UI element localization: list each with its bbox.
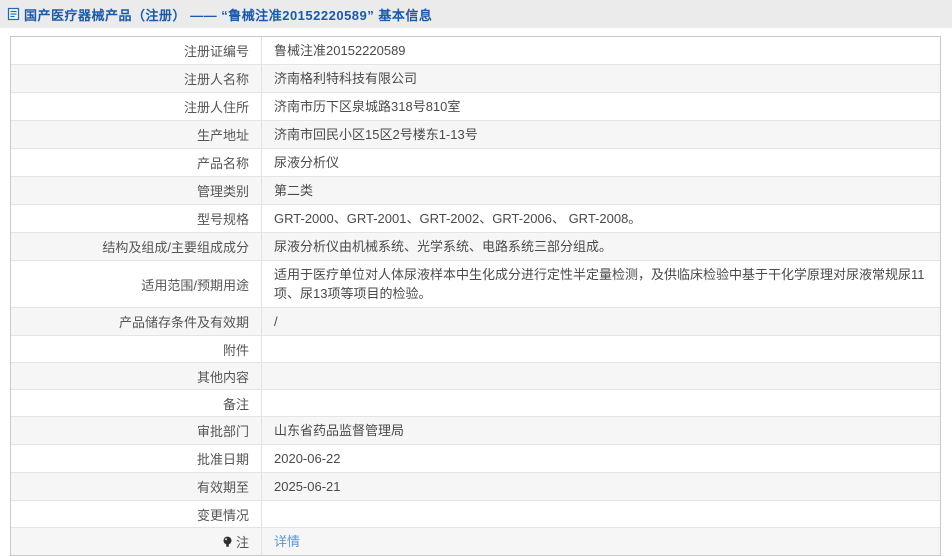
row-label: 结构及组成/主要组成成分 xyxy=(11,233,262,260)
table-row-registrant-name: 注册人名称 济南格利特科技有限公司 xyxy=(11,64,940,92)
row-value xyxy=(262,363,940,389)
row-value: 第二类 xyxy=(274,183,314,198)
row-value xyxy=(262,336,940,362)
table-row-note: 注 详情 xyxy=(11,527,940,555)
table-row-attachments: 附件 xyxy=(11,335,940,362)
note-bulb-icon xyxy=(222,536,233,549)
table-row-registration-number: 注册证编号 鲁械注准20152220589 xyxy=(11,37,940,64)
row-value: 尿液分析仪 xyxy=(274,155,340,170)
table-row-approval-date: 批准日期 2020-06-22 xyxy=(11,444,940,472)
row-label: 备注 xyxy=(11,390,262,416)
row-value: 尿液分析仪由机械系统、光学系统、电路系统三部分组成。 xyxy=(274,239,613,254)
row-label: 注 xyxy=(11,528,262,555)
page-title: 国产医疗器械产品（注册） —— “鲁械注准20152220589” 基本信息 xyxy=(24,7,433,23)
row-value-text: 适用于医疗单位对人体尿液样本中生化成分进行定性半定量检测，及供临床检验中基于干化… xyxy=(274,267,925,301)
table-row-valid-until: 有效期至 2025-06-21 xyxy=(11,472,940,500)
table-row-other-content: 其他内容 xyxy=(11,362,940,389)
table-row-approval-department: 审批部门 山东省药品监督管理局 xyxy=(11,416,940,444)
row-label: 生产地址 xyxy=(11,121,262,148)
details-link[interactable]: 详情 xyxy=(274,532,300,551)
table-row-registrant-address: 注册人住所 济南市历下区泉城路318号810室 xyxy=(11,92,940,120)
row-value: 济南市回民小区15区2号楼东1-13号 xyxy=(274,127,478,142)
table-row-storage-conditions: 产品储存条件及有效期 / xyxy=(11,307,940,335)
row-label: 产品名称 xyxy=(11,149,262,176)
row-value xyxy=(262,501,940,527)
row-label-text: 注 xyxy=(235,535,249,550)
row-value: 济南市历下区泉城路318号810室 xyxy=(274,99,461,114)
document-icon xyxy=(7,7,20,21)
row-label: 注册证编号 xyxy=(11,37,262,64)
table-row-product-name: 产品名称 尿液分析仪 xyxy=(11,148,940,176)
row-label: 变更情况 xyxy=(11,501,262,527)
table-row-remarks: 备注 xyxy=(11,389,940,416)
row-label: 批准日期 xyxy=(11,445,262,472)
row-value: 济南格利特科技有限公司 xyxy=(274,71,418,86)
row-label: 产品储存条件及有效期 xyxy=(11,308,262,335)
row-value: 2025-06-21 xyxy=(274,479,341,494)
row-value: 详情 xyxy=(262,528,940,555)
table-row-change-status: 变更情况 xyxy=(11,500,940,527)
table-row-model-spec: 型号规格 GRT-2000、GRT-2001、GRT-2002、GRT-2006… xyxy=(11,204,940,232)
row-value: 鲁械注准20152220589 xyxy=(274,43,406,58)
row-value: GRT-2000、GRT-2001、GRT-2002、GRT-2006、 GRT… xyxy=(274,211,642,226)
row-label: 注册人名称 xyxy=(11,65,262,92)
row-label: 审批部门 xyxy=(11,417,262,444)
row-label: 有效期至 xyxy=(11,473,262,500)
row-value: 适用于医疗单位对人体尿液样本中生化成分进行定性半定量检测，及供临床检验中基于干化… xyxy=(262,261,940,307)
row-label: 管理类别 xyxy=(11,177,262,204)
registration-info-table: 注册证编号 鲁械注准20152220589 注册人名称 济南格利特科技有限公司 … xyxy=(10,36,941,556)
row-label: 其他内容 xyxy=(11,363,262,389)
table-row-intended-use: 适用范围/预期用途 适用于医疗单位对人体尿液样本中生化成分进行定性半定量检测，及… xyxy=(11,260,940,307)
row-value xyxy=(262,390,940,416)
row-label: 附件 xyxy=(11,336,262,362)
row-label: 适用范围/预期用途 xyxy=(11,261,262,307)
page-header: 国产医疗器械产品（注册） —— “鲁械注准20152220589” 基本信息 xyxy=(0,0,952,28)
table-row-management-class: 管理类别 第二类 xyxy=(11,176,940,204)
row-value: / xyxy=(274,314,278,329)
table-row-production-address: 生产地址 济南市回民小区15区2号楼东1-13号 xyxy=(11,120,940,148)
row-value: 山东省药品监督管理局 xyxy=(274,423,405,438)
row-label: 型号规格 xyxy=(11,205,262,232)
row-label: 注册人住所 xyxy=(11,93,262,120)
row-value: 2020-06-22 xyxy=(274,451,341,466)
table-row-structure-composition: 结构及组成/主要组成成分 尿液分析仪由机械系统、光学系统、电路系统三部分组成。 xyxy=(11,232,940,260)
